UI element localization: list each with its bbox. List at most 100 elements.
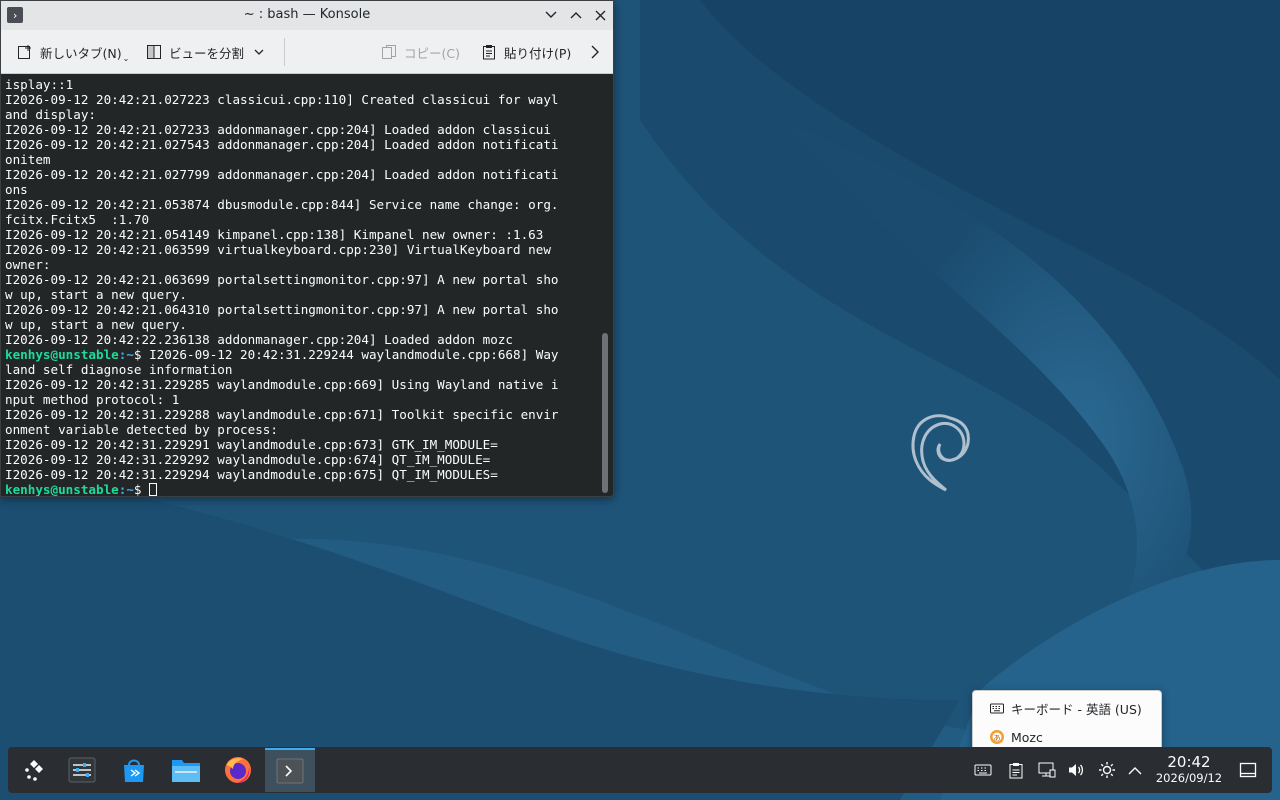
terminal-line-text: I2026-09-12 20:42:21.027799 addonmanager…: [5, 167, 559, 182]
konsole-window: › ~ : bash — Konsole 新しいタブ(N) ⌄ ビューを分割 コ…: [0, 0, 614, 497]
minimize-button[interactable]: [541, 5, 561, 25]
svg-text:あ: あ: [994, 734, 1001, 742]
window-titlebar[interactable]: › ~ : bash — Konsole: [1, 1, 613, 30]
split-view-label: ビューを分割: [169, 45, 245, 61]
prompt-path: :~: [118, 482, 134, 496]
terminal-line-text: I2026-09-12 20:42:31.229285 waylandmodul…: [5, 377, 559, 392]
terminal-line: I2026-09-12 20:42:22.236138 addonmanager…: [5, 332, 613, 347]
terminal-line: isplay::1: [5, 77, 613, 92]
terminal-line-text: I2026-09-12 20:42:21.027233 addonmanager…: [5, 122, 551, 137]
show-desktop-icon: [1239, 762, 1257, 778]
folder-icon: [172, 760, 200, 782]
application-launcher-button[interactable]: [9, 748, 59, 792]
terminal-line-text: I2026-09-12 20:42:21.063599 virtualkeybo…: [5, 242, 551, 257]
network-tray[interactable]: [1037, 760, 1057, 780]
terminal-line: fcitx.Fcitx5 :1.70: [5, 212, 613, 227]
copy-button[interactable]: コピー(C): [381, 40, 460, 64]
terminal-line-text: I2026-09-12 20:42:21.027543 addonmanager…: [5, 137, 559, 152]
clipboard-tray[interactable]: [1006, 760, 1026, 780]
volume-tray[interactable]: [1066, 760, 1086, 780]
terminal-line: I2026-09-12 20:42:31.229294 waylandmodul…: [5, 467, 613, 482]
maximize-button[interactable]: [566, 5, 586, 25]
terminal-line: I2026-09-12 20:42:21.064310 portalsettin…: [5, 302, 613, 317]
terminal-line-text: $: [133, 482, 150, 496]
terminal-line: I2026-09-12 20:42:21.027223 classicui.cp…: [5, 92, 613, 107]
terminal-line: ons: [5, 182, 613, 197]
paste-icon: [481, 44, 497, 60]
menu-item-mozc[interactable]: あ Mozc: [989, 727, 1043, 747]
terminal-line-text: I2026-09-12 20:42:21.064310 portalsettin…: [5, 302, 559, 317]
clipboard-icon: [1009, 762, 1023, 778]
terminal-line-text: I2026-09-12 20:42:31.229288 waylandmodul…: [5, 407, 559, 422]
terminal-line: I2026-09-12 20:42:31.229291 waylandmodul…: [5, 437, 613, 452]
terminal-line: I2026-09-12 20:42:21.027799 addonmanager…: [5, 167, 613, 182]
terminal-line-text: I2026-09-12 20:42:21.053874 dbusmodule.c…: [5, 197, 559, 212]
terminal-line: kenhys@unstable:~$ I2026-09-12 20:42:31.…: [5, 347, 613, 362]
new-tab-label: 新しいタブ(N): [40, 45, 122, 61]
split-view-button[interactable]: ビューを分割: [146, 40, 264, 64]
terminal-line-text: and display:: [5, 107, 96, 122]
chevron-right-icon: [591, 45, 599, 59]
terminal-line: I2026-09-12 20:42:21.063599 virtualkeybo…: [5, 242, 613, 257]
menu-item-keyboard-us[interactable]: キーボード - 英語 (US): [989, 698, 1142, 718]
copy-icon: [381, 44, 397, 60]
close-button[interactable]: [590, 5, 610, 25]
discover-button[interactable]: [109, 748, 159, 792]
terminal-output[interactable]: isplay::1 I2026-09-12 20:42:21.027223 cla…: [1, 75, 613, 496]
keyboard-layout-tray[interactable]: [973, 760, 993, 780]
store-icon: [124, 759, 144, 782]
terminal-line: and display:: [5, 107, 613, 122]
terminal-line: I2026-09-12 20:42:21.027543 addonmanager…: [5, 137, 613, 152]
terminal-line-text: isplay::1: [5, 77, 74, 92]
terminal-line: I2026-09-12 20:42:21.053874 dbusmodule.c…: [5, 197, 613, 212]
terminal-line: onitem: [5, 152, 613, 167]
dolphin-button[interactable]: [161, 748, 211, 792]
terminal-line-text: I2026-09-12 20:42:21.027223 classicui.cp…: [5, 92, 559, 107]
terminal-line-text: I2026-09-12 20:42:21.054149 kimpanel.cpp…: [5, 227, 544, 242]
firefox-button[interactable]: [213, 748, 263, 792]
terminal-cursor: [149, 483, 158, 496]
clock-date[interactable]: 2026/09/12: [1148, 771, 1230, 785]
terminal-line: I2026-09-12 20:42:31.229285 waylandmodul…: [5, 377, 613, 392]
paste-button[interactable]: 貼り付け(P): [481, 40, 571, 64]
prompt-user: kenhys@unstable: [5, 347, 119, 362]
speaker-icon: [1069, 764, 1084, 776]
system-settings-button[interactable]: [57, 748, 107, 792]
chevron-up-icon: [1128, 766, 1142, 774]
prompt-user: kenhys@unstable: [5, 482, 119, 496]
terminal-line-text: onment variable detected by process:: [5, 422, 278, 437]
terminal-line: w up, start a new query.: [5, 317, 613, 332]
terminal-line-text: I2026-09-12 20:42:21.063699 portalsettin…: [5, 272, 559, 287]
konsole-task-button[interactable]: [265, 748, 315, 792]
terminal-line-text: w up, start a new query.: [5, 287, 187, 302]
terminal-scrollbar[interactable]: [602, 333, 608, 493]
terminal-line-text: I2026-09-12 20:42:31.229294 waylandmodul…: [5, 467, 498, 482]
terminal-line: I2026-09-12 20:42:31.229288 waylandmodul…: [5, 407, 613, 422]
clock-time[interactable]: 20:42: [1154, 753, 1224, 771]
terminal-line: onment variable detected by process:: [5, 422, 613, 437]
konsole-toolbar: 新しいタブ(N) ⌄ ビューを分割 コピー(C) 貼り付け(P): [1, 30, 613, 74]
terminal-line-text: land self diagnose information: [5, 362, 233, 377]
terminal-icon: [276, 758, 304, 784]
terminal-line-text: I2026-09-12 20:42:31.229292 waylandmodul…: [5, 452, 491, 467]
paste-label: 貼り付け(P): [504, 45, 572, 61]
new-tab-button[interactable]: 新しいタブ(N) ⌄: [17, 40, 129, 64]
taskbar-panel: 20:42 2026/09/12: [8, 747, 1272, 793]
network-icon: [1038, 762, 1056, 778]
terminal-line: nput method protocol: 1: [5, 392, 613, 407]
terminal-line-text: ons: [5, 182, 28, 197]
show-desktop-button[interactable]: [1238, 760, 1258, 780]
keyboard-icon: [974, 764, 992, 776]
terminal-line: land self diagnose information: [5, 362, 613, 377]
tray-expand-button[interactable]: [1125, 760, 1145, 780]
chevron-down-icon: [254, 49, 264, 55]
brightness-tray[interactable]: [1097, 760, 1117, 780]
chevron-down-icon: [545, 11, 557, 18]
terminal-line: owner:: [5, 257, 613, 272]
mozc-icon: あ: [989, 729, 1005, 745]
prompt-path: :~: [118, 347, 134, 362]
copy-label: コピー(C): [404, 45, 460, 61]
dropdown-indicator-icon: ⌄: [122, 53, 130, 63]
toolbar-separator: [284, 38, 285, 66]
toolbar-overflow-button[interactable]: [591, 40, 599, 64]
